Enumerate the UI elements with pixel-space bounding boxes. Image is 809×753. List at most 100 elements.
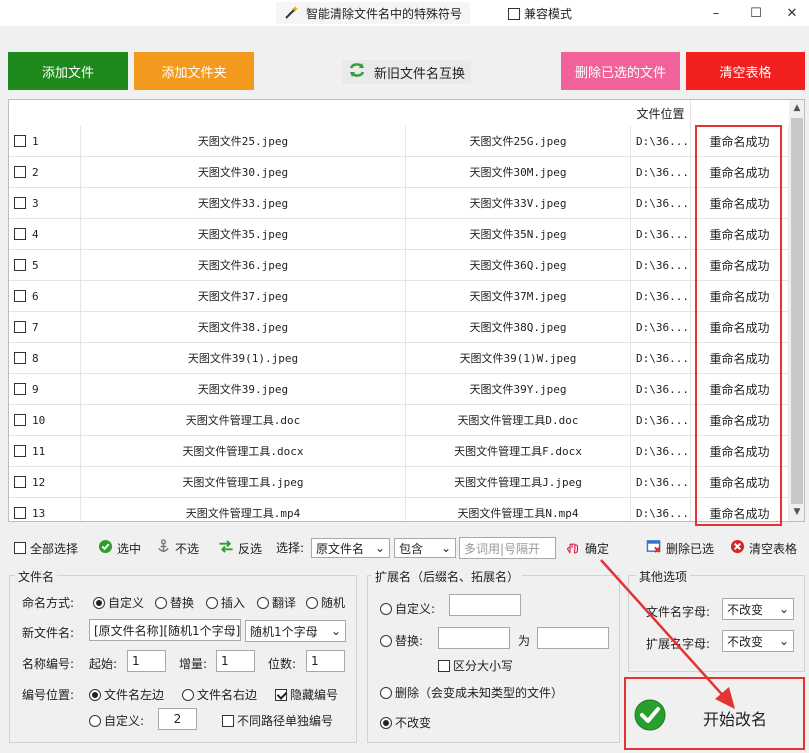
clear-table-button[interactable]: 清空表格 xyxy=(686,52,805,90)
ext-custom-radio[interactable]: 自定义: xyxy=(380,600,435,617)
row-select-cell[interactable]: 4 xyxy=(9,219,81,249)
radio-dot[interactable] xyxy=(206,596,218,609)
table-row[interactable]: 5 天图文件36.jpeg 天图文件36Q.jpeg D:\36... 重命名成功 xyxy=(9,250,789,281)
file-table[interactable]: 文件位置 1 天图文件25.jpeg 天图文件25G.jpeg D:\36... 重命名… xyxy=(8,99,805,522)
delete-selected-files-button[interactable]: 删除已选的文件 xyxy=(561,52,680,90)
table-row[interactable]: 7 天图文件38.jpeg 天图文件38Q.jpeg D:\36... 重命名成功 xyxy=(9,312,789,343)
row-checkbox[interactable] xyxy=(14,166,26,178)
compat-mode-checkbox[interactable]: 兼容模式 xyxy=(508,5,572,22)
header-location[interactable]: 文件位置 xyxy=(631,100,691,126)
radio-dot[interactable] xyxy=(89,688,101,701)
row-checkbox[interactable] xyxy=(14,228,26,240)
radio-dot[interactable] xyxy=(306,596,318,609)
radio-dot[interactable] xyxy=(182,688,194,701)
table-row[interactable]: 9 天图文件39.jpeg 天图文件39Y.jpeg D:\36... 重命名成功 xyxy=(9,374,789,405)
radio-dot[interactable] xyxy=(89,714,101,727)
maximize-button[interactable]: ☐ xyxy=(736,0,776,26)
row-select-cell[interactable]: 9 xyxy=(9,374,81,404)
naming-translate-radio[interactable]: 翻译 xyxy=(257,594,296,611)
row-checkbox[interactable] xyxy=(14,507,26,519)
radio-dot[interactable] xyxy=(93,596,105,609)
custom-position-input[interactable]: 2 xyxy=(158,708,197,730)
table-row[interactable]: 8 天图文件39(1).jpeg 天图文件39(1)W.jpeg D:\36... 重命… xyxy=(9,343,789,374)
row-checkbox[interactable] xyxy=(14,321,26,333)
ext-replace-radio[interactable]: 替换: xyxy=(380,632,423,649)
radio-dot[interactable] xyxy=(380,602,392,615)
keyword-input[interactable]: 多词用|号隔开 xyxy=(459,537,556,559)
step-input[interactable]: 1 xyxy=(216,650,255,672)
select-button[interactable]: 选中 xyxy=(98,537,141,559)
naming-random-radio[interactable]: 随机 xyxy=(306,594,345,611)
table-row[interactable]: 10 天图文件管理工具.doc 天图文件管理工具D.doc D:\36... 重命名成功 xyxy=(9,405,789,436)
table-row[interactable]: 2 天图文件30.jpeg 天图文件30M.jpeg D:\36... 重命名成功 xyxy=(9,157,789,188)
select-all-box[interactable] xyxy=(14,542,26,554)
digits-input[interactable]: 1 xyxy=(306,650,345,672)
checkbox-box[interactable] xyxy=(438,659,450,672)
row-select-cell[interactable]: 6 xyxy=(9,281,81,311)
radio-dot[interactable] xyxy=(380,716,392,729)
row-select-cell[interactable]: 1 xyxy=(9,126,81,156)
radio-dot[interactable] xyxy=(380,634,392,647)
close-button[interactable]: ✕ xyxy=(772,0,809,26)
vertical-scrollbar[interactable]: ▲ ▼ xyxy=(789,100,804,521)
add-file-button[interactable]: 添加文件 xyxy=(8,52,128,90)
checkbox-box[interactable] xyxy=(275,688,287,701)
position-right-radio[interactable]: 文件名右边 xyxy=(182,686,257,703)
row-select-cell[interactable]: 13 xyxy=(9,498,81,521)
add-folder-button[interactable]: 添加文件夹 xyxy=(134,52,254,90)
scroll-thumb[interactable] xyxy=(791,118,803,504)
position-left-radio[interactable]: 文件名左边 xyxy=(89,686,164,703)
ext-custom-input[interactable] xyxy=(449,594,521,616)
table-row[interactable]: 4 天图文件35.jpeg 天图文件35N.jpeg D:\36... 重命名成功 xyxy=(9,219,789,250)
checkbox-box[interactable] xyxy=(222,714,234,727)
row-select-cell[interactable]: 5 xyxy=(9,250,81,280)
row-select-cell[interactable]: 11 xyxy=(9,436,81,466)
invert-button[interactable]: 反选 xyxy=(218,537,262,559)
row-select-cell[interactable]: 7 xyxy=(9,312,81,342)
naming-replace-radio[interactable]: 替换 xyxy=(155,594,194,611)
ext-delete-radio[interactable]: 删除（会变成未知类型的文件） xyxy=(380,684,563,701)
scroll-down-icon[interactable]: ▼ xyxy=(789,504,804,520)
swap-names-button[interactable]: 新旧文件名互换 xyxy=(342,60,472,84)
row-checkbox[interactable] xyxy=(14,135,26,147)
naming-insert-radio[interactable]: 插入 xyxy=(206,594,245,611)
match-select[interactable]: 包含 ⌄ xyxy=(394,538,456,558)
new-name-input[interactable]: [原文件名称][随机1个字母] xyxy=(89,619,241,641)
row-checkbox[interactable] xyxy=(14,445,26,457)
per-path-checkbox[interactable]: 不同路径单独编号 xyxy=(222,712,333,729)
position-custom-radio[interactable]: 自定义: xyxy=(89,712,144,729)
row-checkbox[interactable] xyxy=(14,197,26,209)
app-title-button[interactable]: 智能清除文件名中的特殊符号 xyxy=(276,2,471,24)
start-input[interactable]: 1 xyxy=(127,650,166,672)
row-select-cell[interactable]: 3 xyxy=(9,188,81,218)
table-row[interactable]: 11 天图文件管理工具.docx 天图文件管理工具F.docx D:\36... 重命名… xyxy=(9,436,789,467)
ext-no-change-radio[interactable]: 不改变 xyxy=(380,714,431,731)
row-select-cell[interactable]: 2 xyxy=(9,157,81,187)
random-letter-select[interactable]: 随机1个字母 ⌄ xyxy=(245,620,346,642)
field-select[interactable]: 原文件名 ⌄ xyxy=(311,538,390,558)
table-row[interactable]: 1 天图文件25.jpeg 天图文件25G.jpeg D:\36... 重命名成功 xyxy=(9,126,789,157)
row-select-cell[interactable]: 12 xyxy=(9,467,81,497)
row-checkbox[interactable] xyxy=(14,383,26,395)
table-row[interactable]: 3 天图文件33.jpeg 天图文件33V.jpeg D:\36... 重命名成功 xyxy=(9,188,789,219)
radio-dot[interactable] xyxy=(257,596,269,609)
row-checkbox[interactable] xyxy=(14,352,26,364)
table-row[interactable]: 12 天图文件管理工具.jpeg 天图文件管理工具J.jpeg D:\36... 重命名… xyxy=(9,467,789,498)
case-sensitive-checkbox[interactable]: 区分大小写 xyxy=(438,657,513,674)
minimize-button[interactable]: – xyxy=(696,0,736,26)
radio-dot[interactable] xyxy=(380,686,392,699)
row-select-cell[interactable]: 8 xyxy=(9,343,81,373)
hide-number-checkbox[interactable]: 隐藏编号 xyxy=(275,686,338,703)
row-checkbox[interactable] xyxy=(14,476,26,488)
select-all-checkbox[interactable]: 全部选择 xyxy=(14,537,78,559)
ext-replace-from-input[interactable] xyxy=(438,627,510,649)
scroll-up-icon[interactable]: ▲ xyxy=(789,100,804,116)
naming-custom-radio[interactable]: 自定义 xyxy=(93,594,144,611)
row-checkbox[interactable] xyxy=(14,259,26,271)
row-checkbox[interactable] xyxy=(14,414,26,426)
radio-dot[interactable] xyxy=(155,596,167,609)
table-row[interactable]: 13 天图文件管理工具.mp4 天图文件管理工具N.mp4 D:\36... 重命名成功 xyxy=(9,498,789,521)
compat-checkbox-box[interactable] xyxy=(508,7,520,20)
table-row[interactable]: 6 天图文件37.jpeg 天图文件37M.jpeg D:\36... 重命名成功 xyxy=(9,281,789,312)
row-checkbox[interactable] xyxy=(14,290,26,302)
